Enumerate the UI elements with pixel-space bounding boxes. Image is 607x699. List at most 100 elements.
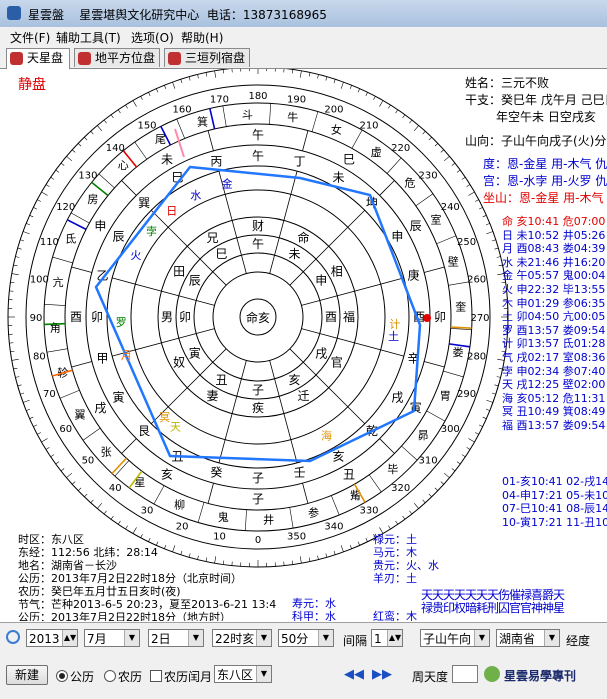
star-row: 月 酉08:43 娄04:39 — [502, 242, 605, 255]
mountain-label: 亥 — [332, 449, 344, 463]
province-select[interactable]: 湖南省 ▼ — [496, 629, 560, 647]
chevron-down-icon[interactable]: ▼ — [474, 630, 489, 646]
month-select[interactable]: 7月 ▼ — [84, 629, 140, 647]
degree-tick — [198, 556, 199, 560]
title-bar: 星雲盤 星雲堪舆文化研究中心 电话：13873168965 — [0, 0, 607, 28]
spin-icon[interactable]: ▲▼ — [387, 630, 402, 646]
branch-divider — [424, 362, 444, 367]
branch-divider — [303, 483, 308, 503]
info-ganzhi: 干支：癸巳年 戊午月 己巳日 — [465, 94, 607, 107]
menu-file[interactable]: 文件(F) — [10, 29, 50, 46]
hour-select[interactable]: 22时亥 ▼ — [212, 629, 272, 647]
tab-tianxing[interactable]: 天星盘 — [6, 48, 70, 69]
degree-tick — [172, 82, 174, 89]
palace-label: 奴 — [173, 356, 185, 370]
degree-tick — [18, 248, 22, 249]
degree-tick — [78, 488, 81, 491]
chevron-down-icon[interactable]: ▼ — [318, 630, 333, 646]
degree-tick — [468, 439, 474, 443]
palace-label: 相 — [331, 265, 343, 279]
chevron-down-icon[interactable]: ▼ — [124, 630, 139, 646]
planet-label: 计 — [389, 318, 400, 331]
menu-help[interactable]: 帮助(H) — [181, 29, 223, 46]
branch-divider — [72, 267, 92, 272]
year-spinner[interactable]: 2013 ▲▼ — [26, 629, 78, 647]
branch-divider — [122, 439, 137, 454]
degree-tick — [423, 131, 426, 134]
degree-tick — [156, 89, 158, 93]
planet-label: 金 — [222, 177, 233, 191]
xiu-label: 斗 — [242, 108, 253, 121]
degree-label: 320 — [391, 483, 410, 494]
palace-label: 男 — [161, 310, 173, 324]
leap-month-checkbox[interactable] — [150, 670, 162, 682]
degree-tick — [181, 79, 182, 83]
inner-branch-label: 酉 — [325, 310, 337, 324]
star-row: 海 亥05:12 危11:31 — [502, 392, 605, 405]
degree-tick — [84, 494, 87, 497]
menu-tools[interactable]: 辅助工具(T) — [56, 29, 121, 46]
palace-label: 官 — [331, 355, 343, 370]
new-button[interactable]: 新建 — [6, 665, 48, 685]
degree-tick — [23, 400, 30, 402]
chevron-down-icon[interactable]: ▼ — [188, 630, 203, 646]
prev-icon[interactable]: ◀◀ — [344, 667, 364, 682]
degree-tick — [56, 170, 59, 172]
degree-label: 40 — [109, 483, 122, 494]
solar-radio[interactable] — [56, 670, 68, 682]
compass-icon — [78, 52, 91, 65]
lunar-radio-label: 农历 — [118, 668, 142, 685]
degree-tick — [56, 462, 59, 464]
star-row: 罗 酉13:57 娄09:54 — [502, 324, 605, 337]
branch-label: 未 — [161, 152, 173, 166]
degree-tick — [51, 455, 54, 457]
compass-icon — [10, 52, 23, 65]
degree-label: 220 — [391, 143, 410, 154]
degree-tick — [409, 511, 411, 514]
zhoutian-input[interactable] — [452, 665, 478, 683]
degree-label: 50 — [82, 456, 95, 467]
solar-radio-label: 公历 — [70, 668, 94, 685]
degree-tick — [292, 561, 293, 565]
degree-label: 90 — [30, 313, 43, 324]
minute-select[interactable]: 50分 ▼ — [278, 629, 334, 647]
degree-tick — [46, 185, 49, 187]
interval-spinner[interactable]: 1 ▲▼ — [371, 629, 403, 647]
mountain-label: 寅 — [113, 390, 125, 405]
chevron-down-icon[interactable]: ▼ — [256, 630, 271, 646]
month-value: 7月 — [87, 632, 107, 646]
palace-label: 疾 — [252, 400, 264, 415]
degree-label: 330 — [359, 505, 378, 516]
star-row: 孛 申02:34 参07:40 — [502, 365, 605, 378]
lunar-radio[interactable] — [104, 670, 116, 682]
refresh-icon[interactable] — [6, 630, 20, 644]
degree-tick — [435, 488, 438, 491]
next-icon[interactable]: ▶▶ — [372, 667, 392, 682]
xiu-label: 昴 — [418, 429, 429, 442]
degree-tick — [423, 500, 426, 503]
xiu-divider — [401, 446, 417, 460]
timezone-select[interactable]: 东八区 ▼ — [214, 665, 272, 683]
day-select[interactable]: 2日 ▼ — [148, 629, 204, 647]
degree-tick — [468, 192, 474, 196]
xiu-divider — [154, 486, 164, 504]
degree-tick — [91, 131, 94, 134]
tab-sanyuan[interactable]: 三垣列宿盘 — [164, 48, 250, 67]
degree-tick — [380, 100, 384, 106]
degree-tick — [189, 553, 190, 557]
degree-tick — [318, 556, 319, 560]
direction-select[interactable]: 子山午向 ▼ — [420, 629, 490, 647]
degree-tick — [403, 115, 405, 118]
degree-tick — [78, 143, 81, 146]
degree-tick — [10, 282, 14, 283]
xiu-divider — [331, 496, 339, 515]
tab-diping[interactable]: 地平方位盘 — [74, 48, 160, 67]
spin-icon[interactable]: ▲▼ — [62, 630, 77, 646]
xiu-label: 鬼 — [218, 510, 229, 524]
chevron-down-icon[interactable]: ▼ — [256, 666, 271, 682]
chevron-down-icon[interactable]: ▼ — [544, 630, 559, 646]
degree-label: 230 — [419, 170, 438, 181]
menu-options[interactable]: 选项(O) — [131, 29, 174, 46]
degree-tick — [486, 400, 493, 402]
planet-tick — [67, 220, 86, 230]
